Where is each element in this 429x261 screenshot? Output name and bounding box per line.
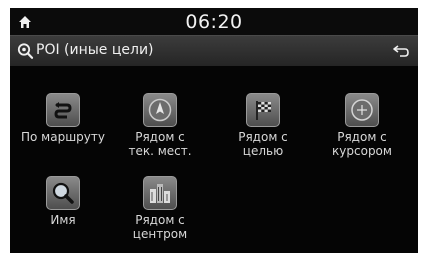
tile-label: Рядом с тек. мест. — [128, 130, 192, 158]
compass-icon — [143, 93, 177, 127]
tile-label: Рядом с центром — [132, 213, 188, 241]
checkered-flag-icon — [246, 93, 280, 127]
tile-along-route[interactable]: По маршруту — [15, 93, 111, 144]
status-bar: 06:20 — [10, 8, 418, 35]
tile-near-current-position[interactable]: Рядом с тек. мест. — [112, 93, 208, 158]
tile-near-city-center[interactable]: Рядом с центром — [112, 176, 208, 241]
tile-near-cursor[interactable]: Рядом с курсором — [314, 93, 410, 158]
back-button[interactable] — [384, 36, 418, 66]
tile-label: Рядом с целью — [238, 130, 288, 158]
magnifier-icon — [46, 176, 80, 210]
tile-near-destination[interactable]: Рядом с целью — [215, 93, 311, 158]
tile-by-name[interactable]: Имя — [15, 176, 111, 227]
route-icon — [46, 93, 80, 127]
poi-options-grid: По маршруту Рядом с тек. мест. Рядом с ц… — [10, 66, 418, 253]
page-title: POI (иные цели) — [36, 42, 154, 58]
clock: 06:20 — [185, 11, 243, 33]
tile-label: По маршруту — [21, 130, 105, 144]
tile-label: Рядом с курсором — [332, 130, 392, 158]
cursor-icon — [345, 93, 379, 127]
tile-label: Имя — [50, 213, 76, 227]
poi-search-icon — [17, 43, 34, 59]
title-bar: POI (иные цели) — [10, 35, 418, 67]
city-buildings-icon — [143, 176, 177, 210]
navigation-screen: 06:20 POI (иные цели) По маршруту Рядом … — [10, 8, 418, 253]
back-arrow-icon — [393, 45, 409, 57]
